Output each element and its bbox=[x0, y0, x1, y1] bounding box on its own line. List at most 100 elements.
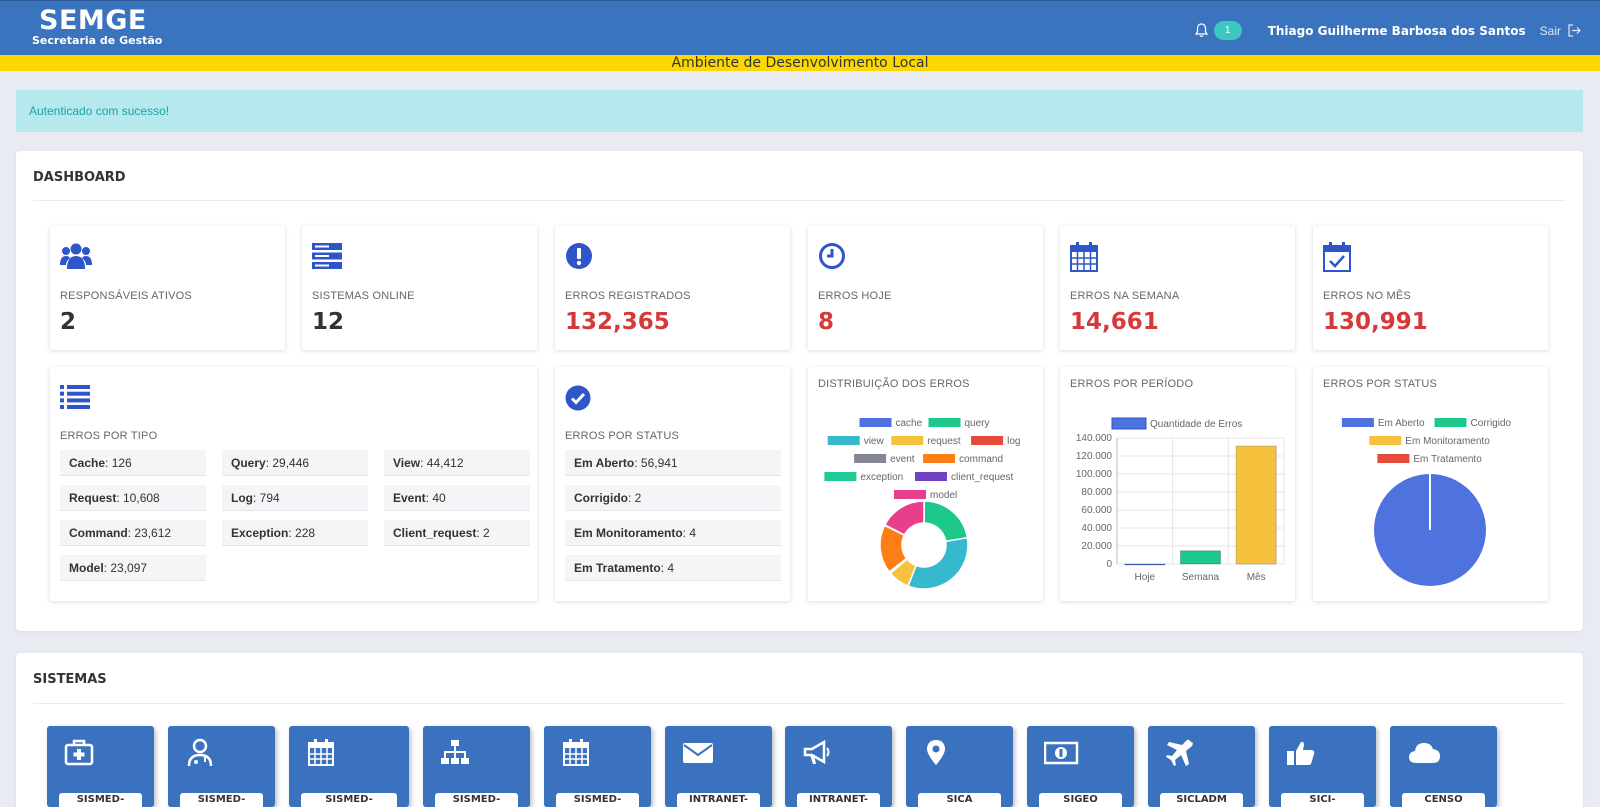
sistema-tile[interactable]: SICLADM bbox=[1148, 726, 1255, 807]
money-bill-icon bbox=[1044, 741, 1079, 765]
sistema-tile-label: CENSO bbox=[1402, 793, 1485, 807]
legend-label[interactable]: Em Tratamento bbox=[1413, 454, 1482, 465]
sistema-tile-label: SICLADM bbox=[1160, 793, 1243, 807]
sistema-tile-label: SISMED- bbox=[59, 793, 142, 807]
legend-label[interactable]: Corrigido bbox=[1471, 418, 1512, 429]
sistema-tile[interactable]: SISMED- bbox=[423, 726, 530, 807]
distribuicao-chart-card: DISTRIBUIÇÃO DOS ERROS cache query view req… bbox=[808, 367, 1043, 601]
legend-swatch bbox=[891, 436, 924, 445]
y-tick-label: 40.000 bbox=[1081, 523, 1112, 534]
sistema-tile-label: SICA bbox=[918, 793, 1001, 807]
legend-swatch bbox=[971, 436, 1004, 445]
chart-title: ERROS POR STATUS bbox=[1323, 378, 1438, 390]
legend-label[interactable]: view bbox=[864, 436, 885, 447]
medkit-icon bbox=[64, 739, 94, 766]
stat-value: 2 bbox=[60, 309, 77, 335]
sistema-tile-label: SISMED- bbox=[435, 793, 518, 807]
periodo-bar-chart: Quantidade de Erros 140.000 120.000 100.000… bbox=[1076, 417, 1285, 583]
plane-icon bbox=[1166, 739, 1193, 766]
sistema-tile[interactable]: SIGEO bbox=[1027, 726, 1134, 807]
sistema-tile[interactable]: SISMED- bbox=[47, 726, 154, 807]
legend-swatch bbox=[1369, 436, 1402, 445]
sistema-tile[interactable]: SICA bbox=[906, 726, 1013, 807]
calendar-icon bbox=[1070, 242, 1098, 272]
environment-banner: Ambiente de Desenvolvimento Local bbox=[0, 55, 1600, 71]
brand-logo[interactable]: SEMGE Secretaria de Gestão bbox=[32, 7, 162, 47]
legend-label[interactable]: exception bbox=[860, 472, 903, 483]
sistema-tile[interactable]: SICI- bbox=[1269, 726, 1376, 807]
status-chart-card: ERROS POR STATUS Em Aberto Corrigido Em Mo… bbox=[1313, 367, 1548, 601]
user-name[interactable]: Thiago Guilherme Barbosa dos Santos bbox=[1268, 24, 1526, 38]
y-tick-label: 0 bbox=[1106, 559, 1112, 570]
status-item: Em Tratamento: 4 bbox=[565, 555, 781, 581]
notification-count-badge[interactable]: 1 bbox=[1213, 21, 1242, 40]
legend-label[interactable]: query bbox=[965, 418, 990, 429]
legend-label[interactable]: Em Aberto bbox=[1378, 418, 1425, 429]
map-marker-icon bbox=[927, 740, 945, 765]
calendar-icon bbox=[563, 739, 589, 766]
clock-icon bbox=[819, 243, 845, 269]
user-area: 1 Thiago Guilherme Barbosa dos Santos Sa… bbox=[1194, 21, 1582, 40]
legend-label[interactable]: client_request bbox=[951, 472, 1013, 483]
stat-label: SISTEMAS ONLINE bbox=[312, 290, 415, 302]
tipo-item: Exception: 228 bbox=[222, 520, 368, 546]
cloud-icon bbox=[1409, 743, 1440, 763]
divider bbox=[33, 703, 1566, 704]
list-icon bbox=[60, 385, 90, 409]
legend-label[interactable]: event bbox=[890, 454, 915, 465]
doughnut-slice-view[interactable] bbox=[907, 536, 969, 590]
sistema-tile[interactable]: SISMED- bbox=[168, 726, 275, 807]
legend-swatch bbox=[1434, 418, 1467, 427]
sign-out-icon bbox=[1568, 24, 1581, 37]
stat-label: ERROS NA SEMANA bbox=[1070, 290, 1180, 302]
logout-button[interactable]: Sair bbox=[1540, 23, 1582, 38]
exclamation-circle-icon bbox=[566, 243, 592, 269]
stat-value: 12 bbox=[312, 309, 345, 335]
legend-swatch bbox=[824, 472, 857, 481]
sistema-tile[interactable]: SISMED- bbox=[289, 726, 409, 807]
sistema-tile-label: SISMED- bbox=[301, 793, 397, 807]
legend-label[interactable]: Quantidade de Erros bbox=[1150, 419, 1242, 430]
tipo-item: Command: 23,612 bbox=[60, 520, 206, 546]
doughnut-slice-query[interactable] bbox=[923, 500, 969, 543]
sistema-tile-label: SISMED- bbox=[556, 793, 639, 807]
bar-Semana[interactable] bbox=[1179, 550, 1222, 565]
sistema-tile[interactable]: SISMED- bbox=[544, 726, 651, 807]
server-icon bbox=[312, 243, 342, 269]
stat-value: 130,991 bbox=[1323, 309, 1428, 335]
stat-card-erros-registrados: ERROS REGISTRADOS 132,365 bbox=[555, 226, 790, 350]
tipo-item: Log: 794 bbox=[222, 485, 368, 511]
legend-label[interactable]: model bbox=[930, 490, 957, 501]
bell-icon[interactable] bbox=[1194, 23, 1210, 39]
stat-card-erros-hoje: ERROS HOJE 8 bbox=[808, 226, 1043, 350]
bar-Mês[interactable] bbox=[1235, 445, 1277, 565]
y-tick-label: 120.000 bbox=[1076, 451, 1113, 462]
legend-label[interactable]: cache bbox=[896, 418, 923, 429]
legend-swatch bbox=[1377, 454, 1410, 463]
legend-swatch bbox=[1341, 418, 1374, 427]
legend-label[interactable]: Em Monitoramento bbox=[1405, 436, 1490, 447]
stat-value: 8 bbox=[818, 309, 835, 335]
stat-value: 132,365 bbox=[565, 309, 670, 335]
legend-label[interactable]: command bbox=[959, 454, 1003, 465]
legend-swatch bbox=[923, 454, 956, 463]
sistema-tile[interactable]: CENSO bbox=[1390, 726, 1497, 807]
legend-swatch bbox=[894, 490, 926, 499]
legend-label[interactable]: log bbox=[1007, 436, 1020, 447]
check-circle-icon bbox=[565, 385, 591, 411]
sistema-tile[interactable]: INTRANET- bbox=[665, 726, 772, 807]
legend-swatch bbox=[859, 418, 892, 427]
stat-card-sistemas-online: SISTEMAS ONLINE 12 bbox=[302, 226, 537, 350]
legend-label[interactable]: request bbox=[927, 436, 961, 447]
legend-swatch bbox=[928, 418, 961, 427]
status-pie-chart: Em Aberto Corrigido Em Monitoramento Em Tra… bbox=[1341, 418, 1512, 586]
erros-por-tipo-title: ERROS POR TIPO bbox=[60, 430, 158, 442]
x-tick-label: Semana bbox=[1182, 572, 1220, 583]
dashboard-panel: DASHBOARD RESPONSÁVEIS ATIVOS 2 SISTEMAS… bbox=[16, 151, 1583, 631]
y-tick-label: 100.000 bbox=[1076, 469, 1113, 480]
x-tick-label: Mês bbox=[1247, 572, 1266, 583]
divider bbox=[33, 200, 1566, 201]
tipo-item: View: 44,412 bbox=[384, 450, 530, 476]
sistema-tile[interactable]: INTRANET- bbox=[785, 726, 892, 807]
bar-Hoje[interactable] bbox=[1124, 563, 1166, 566]
